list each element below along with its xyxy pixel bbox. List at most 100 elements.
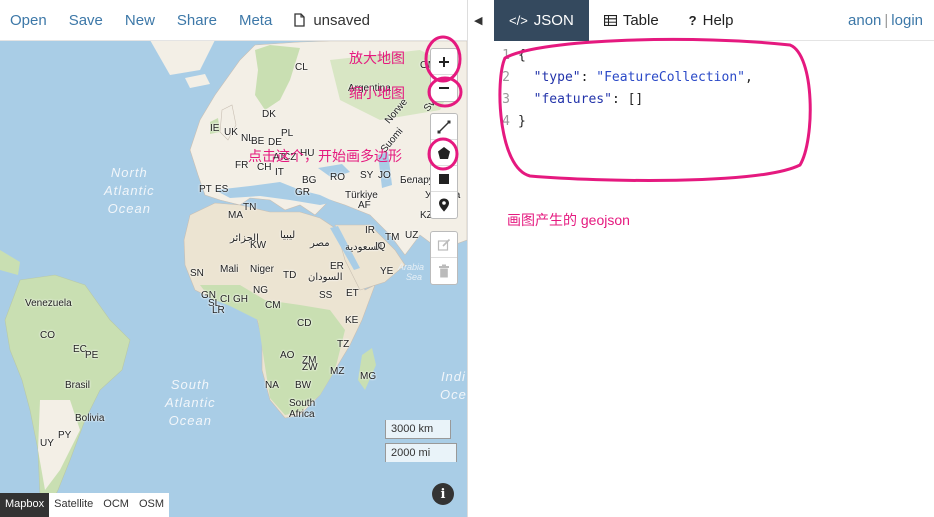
edit-icon[interactable] — [431, 232, 457, 258]
square-icon[interactable] — [431, 166, 457, 192]
country-label: SY — [360, 170, 374, 181]
country-label: Bolivia — [75, 413, 105, 424]
login-link[interactable]: login — [891, 12, 923, 29]
file-name: unsaved — [313, 11, 371, 29]
tab-json-label: JSON — [533, 12, 574, 29]
country-label: TM — [385, 232, 400, 243]
country-label: BG — [302, 175, 317, 186]
json-editor[interactable]: 1 { 2 "type": "FeatureCollection", 3 "fe… — [494, 45, 934, 133]
annotation-polygon: 点击这个，开始画多边形 — [248, 148, 402, 164]
line-icon[interactable] — [431, 114, 457, 140]
edit-control[interactable] — [430, 231, 458, 285]
country-label: Venezuela — [25, 298, 72, 309]
scale-km: 3000 km — [385, 420, 451, 439]
code-text: } — [518, 114, 526, 129]
auth-links: anon | login — [848, 12, 923, 29]
file-icon — [294, 13, 305, 27]
menu-save[interactable]: Save — [69, 12, 103, 29]
basemap-ocm[interactable]: OCM — [98, 493, 134, 517]
country-label: ET — [346, 288, 359, 299]
tab-json[interactable]: </> JSON — [494, 0, 589, 41]
ocean-label-indian: Indi Oce — [440, 369, 467, 402]
code-line: 4 } — [494, 111, 934, 133]
country-label: ZW — [302, 362, 318, 373]
tab-help-label: Help — [702, 12, 734, 29]
country-label: DK — [262, 109, 276, 120]
minus-icon[interactable] — [431, 75, 457, 101]
country-label: MA — [228, 210, 243, 221]
country-label: MG — [360, 371, 377, 382]
country-label: SS — [319, 290, 333, 301]
country-label: السودان — [308, 272, 343, 283]
tab-table[interactable]: Table — [589, 0, 674, 41]
country-label: Mali — [220, 264, 239, 275]
info-icon[interactable]: i — [432, 483, 454, 505]
draw-control[interactable] — [430, 113, 458, 219]
code-icon: </> — [509, 13, 528, 28]
menu-share[interactable]: Share — [177, 12, 217, 29]
country-label: IQ — [375, 241, 386, 252]
country-label: Brasil — [65, 380, 91, 391]
country-label: PY — [58, 430, 72, 441]
country-label: Niger — [250, 264, 274, 275]
json-colon: : — [580, 70, 597, 85]
scale-mi: 2000 mi — [385, 443, 457, 462]
marker-icon[interactable] — [431, 192, 457, 218]
zoom-control[interactable] — [430, 48, 458, 102]
country-label: ليبيا — [280, 230, 296, 241]
country-label: AF — [358, 200, 371, 211]
line-number: 2 — [502, 70, 510, 85]
country-label: LR — [212, 305, 225, 316]
code-text: { — [518, 48, 526, 63]
country-label: IT — [275, 167, 284, 178]
json-value: "FeatureCollection" — [596, 70, 745, 85]
basemap-mapbox[interactable]: Mapbox — [0, 493, 50, 517]
country-label: UK — [224, 127, 238, 138]
country-label: CL — [295, 62, 308, 73]
country-label: CO — [40, 330, 55, 341]
country-label: SN — [190, 268, 204, 279]
code-line: 1 { — [494, 45, 934, 67]
country-label: KW — [250, 240, 267, 251]
country-label: NG — [253, 285, 268, 296]
json-colon: : — [611, 92, 628, 107]
country-label: UZ — [405, 230, 419, 241]
sea-label-arabian: Arabia Sea — [398, 262, 425, 282]
basemap-osm[interactable]: OSM — [134, 493, 169, 517]
code-line: 2 "type": "FeatureCollection", — [494, 67, 934, 89]
menu-open[interactable]: Open — [10, 12, 47, 29]
country-label: FR — [235, 160, 249, 171]
menu-meta[interactable]: Meta — [239, 12, 272, 29]
plus-icon[interactable] — [431, 49, 457, 75]
country-label: South Africa — [289, 398, 316, 420]
country-label: ES — [215, 184, 229, 195]
code-text: "features": [] — [518, 89, 644, 111]
json-key: "type" — [533, 70, 581, 85]
country-label: PL — [281, 128, 294, 139]
line-number: 1 — [502, 48, 510, 63]
country-label: ER — [330, 261, 344, 272]
pane-divider[interactable] — [467, 0, 494, 517]
anon-link[interactable]: anon — [848, 12, 881, 29]
country-label: CI — [220, 294, 230, 305]
collapse-arrow-icon[interactable]: ◀ — [474, 14, 482, 27]
country-label: PT — [199, 184, 212, 195]
country-label: IR — [365, 225, 375, 236]
country-label: IE — [210, 123, 220, 134]
json-value: [] — [627, 92, 644, 107]
country-label: BW — [295, 380, 312, 391]
tab-help[interactable]: ? Help — [674, 0, 749, 41]
editor-pane: </> JSON Table ? Help anon | login 1 { 2 "… — [494, 0, 934, 517]
country-label: YE — [380, 266, 394, 277]
ocean-label-north-atlantic: North Atlantic Ocean — [104, 165, 155, 216]
map-pane[interactable]: North Atlantic Ocean South Atlantic Ocean In… — [0, 0, 467, 517]
trash-icon[interactable] — [431, 258, 457, 284]
basemap-satellite[interactable]: Satellite — [49, 493, 98, 517]
country-label: GR — [295, 187, 310, 198]
polygon-icon[interactable] — [431, 140, 457, 166]
country-label: NA — [265, 380, 279, 391]
code-text: "type": "FeatureCollection", — [518, 67, 753, 89]
auth-separator: | — [884, 12, 889, 29]
menu-new[interactable]: New — [125, 12, 155, 29]
json-key: "features" — [533, 92, 612, 107]
